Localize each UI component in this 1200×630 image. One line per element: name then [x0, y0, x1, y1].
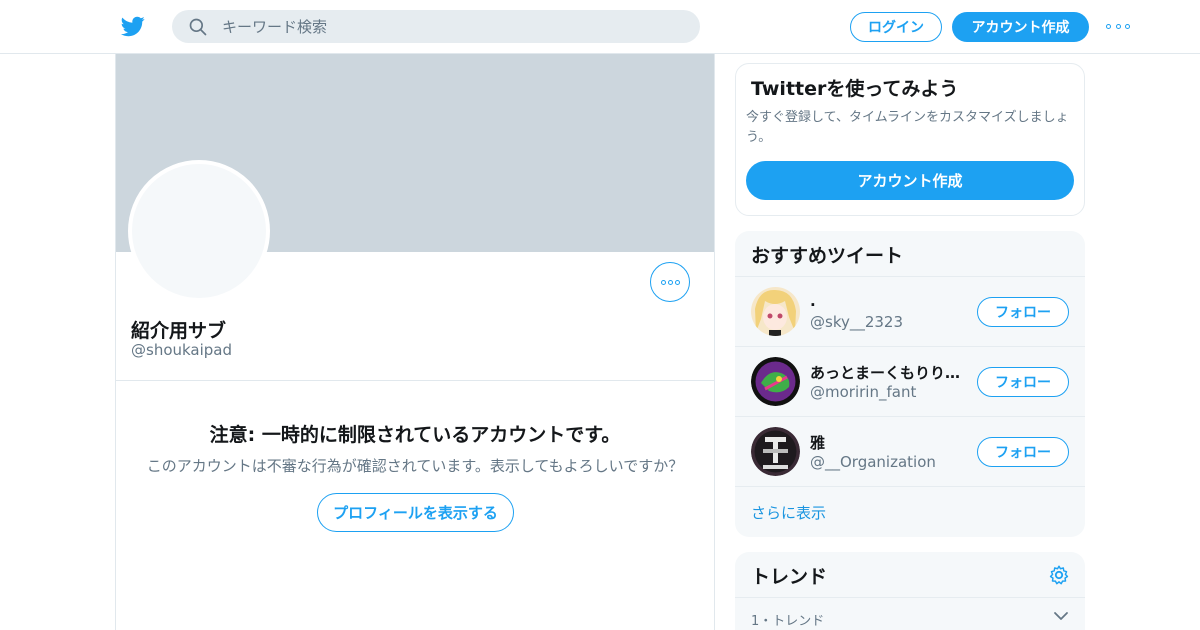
search-box[interactable]	[172, 10, 700, 43]
twitter-logo-icon[interactable]	[120, 14, 146, 38]
user-handle: @moririn_fant	[810, 383, 917, 401]
user-display-name[interactable]: .	[810, 292, 970, 310]
search-input[interactable]	[222, 10, 682, 43]
recommended-title: おすすめツイート	[751, 245, 904, 267]
search-icon	[189, 18, 207, 36]
user-display-name[interactable]: 雅	[810, 432, 970, 453]
profile-column: 紹介用サブ @shoukaipad 注意: 一時的に制限されているアカウントです…	[115, 54, 715, 630]
trends-title: トレンド	[751, 566, 828, 588]
recommended-users-card: おすすめツイート . @sky__2323 フォロー あっとまーくもりりん @m…	[735, 231, 1085, 537]
gear-icon[interactable]	[1048, 564, 1070, 586]
user-avatar[interactable]	[751, 357, 800, 406]
trend-meta: 1・トレンド	[751, 614, 825, 629]
restriction-warning-title: 注意: 一時的に制限されているアカウントです。	[209, 424, 621, 446]
more-options-icon[interactable]	[1106, 18, 1130, 34]
show-profile-button[interactable]: プロフィールを表示する	[317, 493, 514, 532]
profile-avatar[interactable]	[128, 160, 270, 302]
signup-card-button[interactable]: アカウント作成	[746, 161, 1074, 200]
top-navigation-bar: ログイン アカウント作成	[0, 0, 1200, 54]
user-handle: @sky__2323	[810, 313, 904, 331]
user-avatar[interactable]	[751, 287, 800, 336]
login-button[interactable]: ログイン	[850, 12, 942, 42]
signup-card-title: Twitterを使ってみよう	[751, 78, 959, 100]
recommended-user-row[interactable]: . @sky__2323 フォロー	[735, 277, 1085, 347]
divider	[735, 597, 1085, 598]
user-avatar[interactable]	[751, 427, 800, 476]
recommended-user-row[interactable]: 雅 @__Organization フォロー	[735, 417, 1085, 487]
signup-button[interactable]: アカウント作成	[952, 12, 1089, 42]
divider	[735, 486, 1085, 487]
divider	[116, 380, 714, 381]
signup-card-description: 今すぐ登録して、タイムラインをカスタマイズしましょう。	[746, 110, 1069, 145]
chevron-down-icon[interactable]	[1053, 610, 1069, 622]
follow-button[interactable]: フォロー	[977, 367, 1069, 397]
follow-button[interactable]: フォロー	[977, 297, 1069, 327]
restriction-warning-text: このアカウントは不審な行為が確認されています。表示してもよろしいですか？	[146, 457, 684, 475]
profile-handle: @shoukaipad	[131, 341, 233, 359]
follow-button[interactable]: フォロー	[977, 437, 1069, 467]
user-display-name[interactable]: あっとまーくもりりんふぁんと	[810, 362, 970, 383]
profile-more-options-button[interactable]	[650, 262, 690, 302]
recommended-user-row[interactable]: あっとまーくもりりんふぁんと @moririn_fant フォロー	[735, 347, 1085, 417]
user-handle: @__Organization	[810, 453, 936, 471]
signup-card: Twitterを使ってみよう 今すぐ登録して、タイムラインをカスタマイズしましょ…	[735, 63, 1085, 216]
show-more-link[interactable]: さらに表示	[751, 502, 826, 523]
profile-display-name: 紹介用サブ	[131, 320, 227, 342]
trends-card: トレンド 1・トレンド	[735, 552, 1085, 630]
